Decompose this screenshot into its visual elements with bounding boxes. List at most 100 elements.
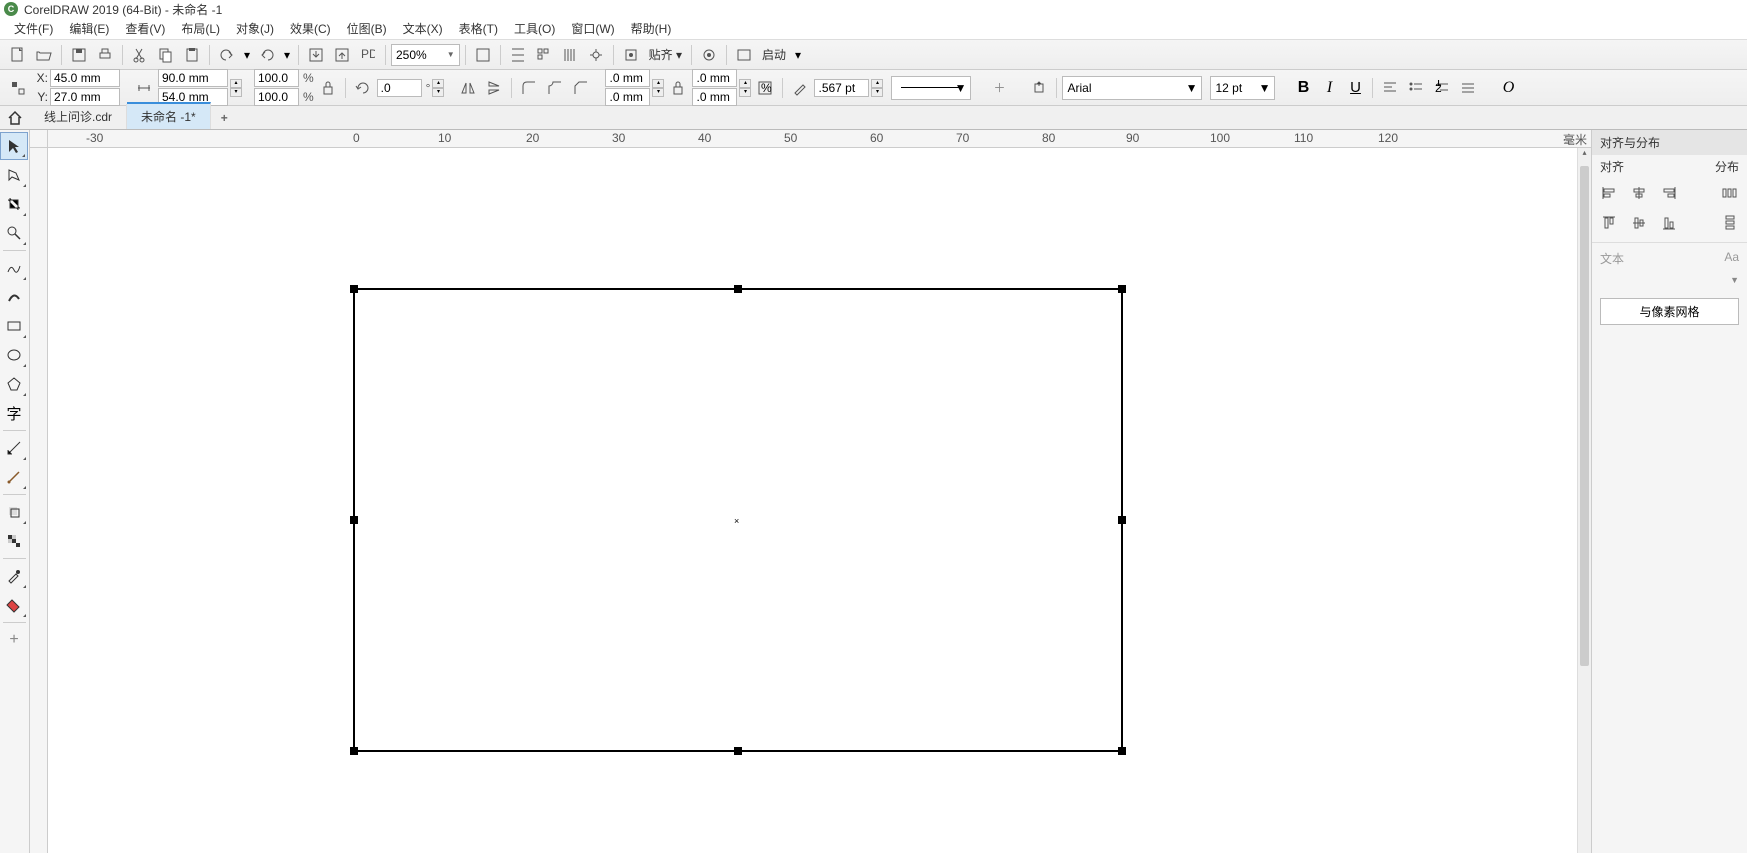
tab-document-2[interactable]: 未命名 -1* <box>127 102 211 129</box>
corner-right-spinner[interactable]: ▴▾ <box>739 79 751 97</box>
import-button[interactable] <box>304 43 328 67</box>
launch-dropdown[interactable]: ▾ <box>792 43 804 67</box>
width-input[interactable] <box>158 69 228 87</box>
snap-grid-button[interactable] <box>532 43 556 67</box>
menu-table[interactable]: 表格(T) <box>451 17 506 40</box>
x-input[interactable] <box>50 69 120 87</box>
menu-help[interactable]: 帮助(H) <box>623 17 680 40</box>
app-options-button[interactable] <box>697 43 721 67</box>
italic-button[interactable]: I <box>1317 76 1341 100</box>
wrap-text-button[interactable]: ＋ <box>987 76 1011 100</box>
bullets-button[interactable] <box>1404 76 1428 100</box>
handle-tm[interactable] <box>734 285 742 293</box>
menu-edit[interactable]: 编辑(E) <box>61 17 117 40</box>
handle-bl[interactable] <box>350 747 358 755</box>
dimension-tool[interactable] <box>0 434 28 462</box>
snap-rulers-button[interactable] <box>506 43 530 67</box>
menu-bitmaps[interactable]: 位图(B) <box>339 17 395 40</box>
pdf-button[interactable]: PDF <box>356 43 380 67</box>
artistic-media-tool[interactable] <box>0 283 28 311</box>
relative-corner-button[interactable]: % <box>753 76 777 100</box>
corner-scallop-button[interactable] <box>543 76 567 100</box>
connector-tool[interactable] <box>0 463 28 491</box>
rectangle-tool[interactable] <box>0 312 28 340</box>
menu-effects[interactable]: 效果(C) <box>282 17 339 40</box>
freehand-tool[interactable] <box>0 254 28 282</box>
export-button[interactable] <box>330 43 354 67</box>
handle-bm[interactable] <box>734 747 742 755</box>
mirror-h-button[interactable] <box>456 76 480 100</box>
transparency-tool[interactable] <box>0 527 28 555</box>
fullscreen-button[interactable] <box>471 43 495 67</box>
horizontal-ruler[interactable]: -30 0 10 20 30 40 50 60 70 80 90 100 110… <box>48 130 1591 148</box>
tab-document-1[interactable]: 线上问诊.cdr <box>30 104 127 129</box>
to-front-button[interactable] <box>1027 76 1051 100</box>
mirror-v-button[interactable] <box>482 76 506 100</box>
underline-button[interactable]: U <box>1343 76 1367 100</box>
new-button[interactable] <box>6 43 30 67</box>
redo-dropdown[interactable]: ▾ <box>281 43 293 67</box>
zoom-tool[interactable] <box>0 219 28 247</box>
align-center-v-button[interactable] <box>1630 214 1648 232</box>
fill-tool[interactable] <box>0 591 28 619</box>
text-options-icon[interactable]: Aa <box>1724 250 1739 267</box>
menu-window[interactable]: 窗口(W) <box>563 17 622 40</box>
pick-tool[interactable] <box>0 132 28 160</box>
paste-button[interactable] <box>180 43 204 67</box>
snap-guides-button[interactable] <box>558 43 582 67</box>
copy-button[interactable] <box>154 43 178 67</box>
scale-y-input[interactable] <box>254 88 299 106</box>
corner-br-input[interactable] <box>692 88 737 106</box>
shape-tool[interactable] <box>0 161 28 189</box>
corner-lock-button[interactable] <box>666 76 690 100</box>
text-align-button[interactable] <box>1378 76 1402 100</box>
launch-icon[interactable] <box>732 43 756 67</box>
handle-tr[interactable] <box>1118 285 1126 293</box>
crop-tool[interactable] <box>0 190 28 218</box>
scale-x-input[interactable] <box>254 69 299 87</box>
outline-spinner[interactable]: ▴▾ <box>871 79 883 97</box>
line-style-combo[interactable]: ▼ <box>891 76 971 100</box>
corner-chamfer-button[interactable] <box>569 76 593 100</box>
numbering-button[interactable]: 12 <box>1430 76 1454 100</box>
scroll-thumb[interactable] <box>1580 166 1589 666</box>
align-right-button[interactable] <box>1660 184 1678 202</box>
dynamic-guides-button[interactable] <box>584 43 608 67</box>
add-tab-button[interactable]: + <box>211 107 238 129</box>
ruler-corner[interactable] <box>30 130 48 148</box>
handle-ml[interactable] <box>350 516 358 524</box>
angle-input[interactable] <box>377 79 422 97</box>
corner-round-button[interactable] <box>517 76 541 100</box>
fontsize-combo[interactable]: 12 pt ▼ <box>1210 76 1275 100</box>
print-button[interactable] <box>93 43 117 67</box>
corner-left-spinner[interactable]: ▴▾ <box>652 79 664 97</box>
corner-tl-input[interactable] <box>605 69 650 87</box>
font-combo[interactable]: Arial ▼ <box>1062 76 1202 100</box>
polygon-tool[interactable] <box>0 370 28 398</box>
cut-button[interactable] <box>128 43 152 67</box>
launch-label[interactable]: 启动 <box>758 46 790 63</box>
zoom-combo[interactable]: 250% ▼ <box>391 44 460 66</box>
ellipse-tool[interactable] <box>0 341 28 369</box>
align-center-h-button[interactable] <box>1630 184 1648 202</box>
menu-view[interactable]: 查看(V) <box>117 17 173 40</box>
menu-tools[interactable]: 工具(O) <box>506 17 563 40</box>
pixel-grid-button[interactable]: 与像素网格 <box>1600 298 1739 325</box>
distribute-top-button[interactable] <box>1721 214 1739 232</box>
save-button[interactable] <box>67 43 91 67</box>
text-tool[interactable]: 字 <box>0 399 28 427</box>
align-left-button[interactable] <box>1600 184 1618 202</box>
redo-button[interactable] <box>255 43 279 67</box>
menu-layout[interactable]: 布局(L) <box>173 17 228 40</box>
align-top-button[interactable] <box>1600 214 1618 232</box>
outline-width-input[interactable] <box>814 79 869 97</box>
size-spinner[interactable]: ▴▾ <box>230 79 242 97</box>
corner-bl-input[interactable] <box>605 88 650 106</box>
selected-rectangle[interactable]: × <box>353 288 1123 752</box>
handle-mr[interactable] <box>1118 516 1126 524</box>
convert-text-button[interactable]: O <box>1496 76 1520 100</box>
undo-button[interactable] <box>215 43 239 67</box>
drop-cap-button[interactable] <box>1456 76 1480 100</box>
handle-tl[interactable] <box>350 285 358 293</box>
handle-br[interactable] <box>1118 747 1126 755</box>
